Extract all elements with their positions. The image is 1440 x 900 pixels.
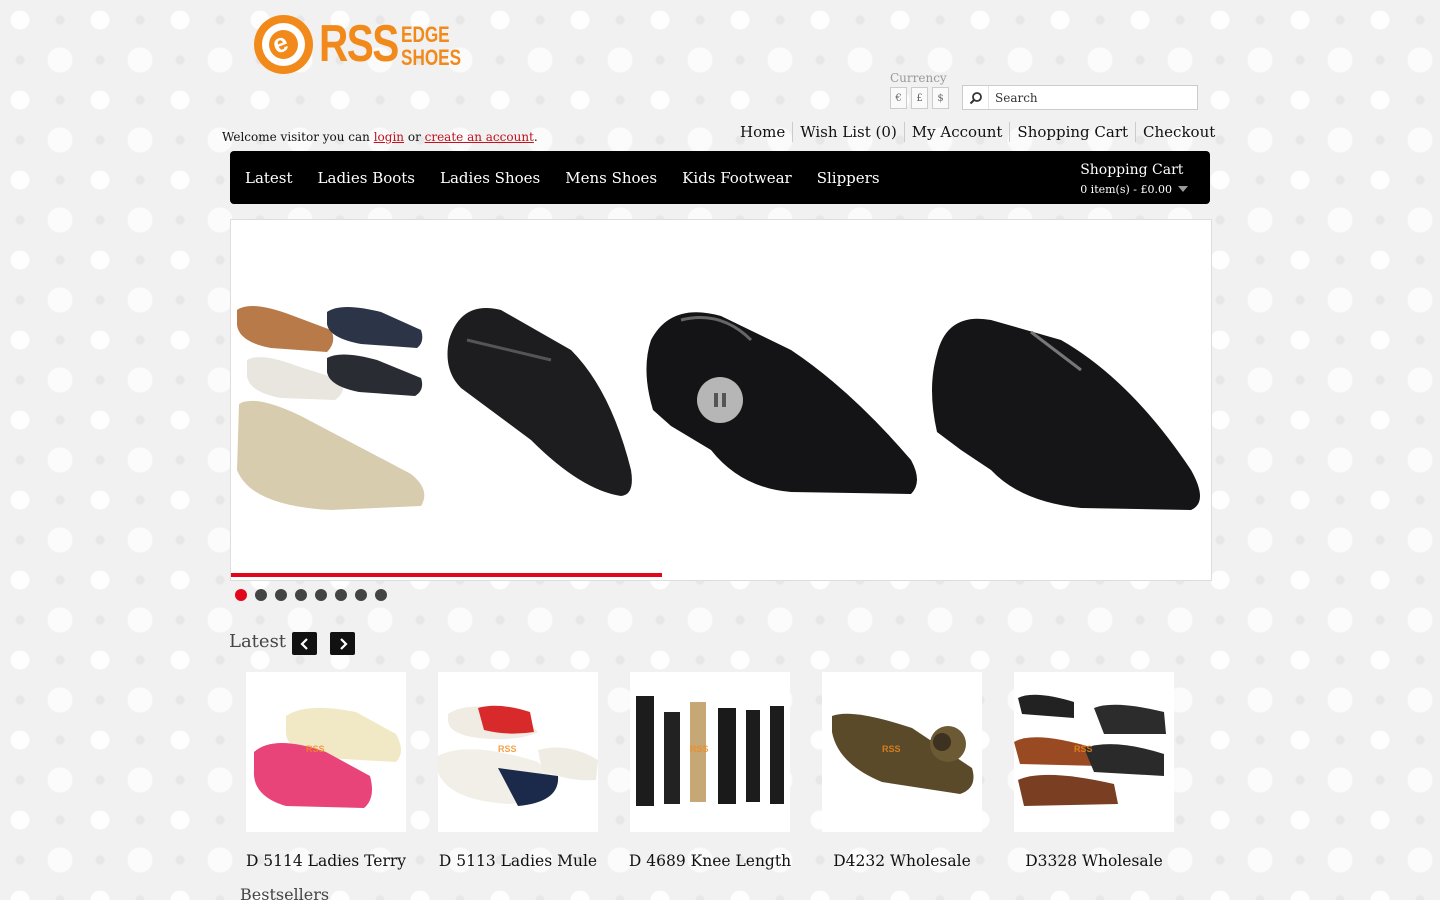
loafers-group xyxy=(237,306,425,510)
product-image[interactable]: RSS xyxy=(246,672,406,832)
product-name[interactable]: D4232 Wholesale xyxy=(802,852,1002,870)
currency-dollar-button[interactable]: $ xyxy=(932,87,949,109)
my-account-link[interactable]: My Account xyxy=(903,122,1010,142)
cart-title: Shopping Cart xyxy=(1080,162,1184,178)
currency-pound-button[interactable]: £ xyxy=(911,87,928,109)
product-image[interactable]: RSS xyxy=(630,672,790,832)
hero-slider[interactable] xyxy=(230,219,1212,581)
slider-dot[interactable] xyxy=(375,589,387,601)
product-card[interactable]: RSS D 5114 Ladies Terry xyxy=(246,672,408,870)
product-image[interactable]: RSS xyxy=(822,672,982,832)
product-image[interactable]: RSS xyxy=(1014,672,1174,832)
home-link[interactable]: Home xyxy=(733,122,792,142)
chevron-right-icon xyxy=(339,637,348,650)
search-input[interactable] xyxy=(989,90,1189,105)
logo-wordmark: RSS xyxy=(319,15,399,73)
pause-icon[interactable] xyxy=(697,377,743,423)
slider-dot[interactable] xyxy=(315,589,327,601)
product-image[interactable]: RSS xyxy=(438,672,598,832)
wishlist-link[interactable]: Wish List (0) xyxy=(792,122,904,142)
slider-progress-bar xyxy=(231,573,663,577)
logo-mark-icon: e xyxy=(254,15,313,74)
top-links: Home Wish List (0) My Account Shopping C… xyxy=(733,122,1222,142)
latest-heading: Latest xyxy=(229,631,287,652)
currency-euro-button[interactable]: € xyxy=(890,87,907,109)
create-account-link[interactable]: create an account xyxy=(425,130,534,144)
menu-item-ladies-boots[interactable]: Ladies Boots xyxy=(313,169,420,187)
slider-dot[interactable] xyxy=(255,589,267,601)
product-name[interactable]: D 4689 Knee Length xyxy=(610,852,810,870)
chevron-left-icon xyxy=(299,637,308,650)
shopping-cart-link[interactable]: Shopping Cart xyxy=(1009,122,1135,142)
product-name[interactable]: D3328 Wholesale xyxy=(994,852,1194,870)
product-card[interactable]: RSS D 4689 Knee Length xyxy=(629,672,792,870)
main-menu: Latest Ladies Boots Ladies Shoes Mens Sh… xyxy=(230,151,1210,204)
slider-dot[interactable] xyxy=(335,589,347,601)
carousel-next-button[interactable] xyxy=(330,632,355,655)
slider-dot[interactable] xyxy=(275,589,287,601)
welcome-message: Welcome visitor you can login or create … xyxy=(222,130,538,144)
login-link[interactable]: login xyxy=(374,130,404,144)
product-card[interactable]: RSS D4232 Wholesale xyxy=(822,672,984,870)
menu-item-slippers[interactable]: Slippers xyxy=(812,169,885,187)
logo-word-edge: EDGE xyxy=(401,22,450,47)
search-box xyxy=(962,85,1198,110)
product-name[interactable]: D 5113 Ladies Mule xyxy=(418,852,618,870)
store-logo[interactable]: e RSS EDGE SHOES xyxy=(254,14,464,76)
search-icon[interactable] xyxy=(963,86,989,109)
product-card[interactable]: RSS D3328 Wholesale xyxy=(1014,672,1176,870)
slider-dot[interactable] xyxy=(355,589,367,601)
carousel-prev-button[interactable] xyxy=(292,632,317,655)
logo-word-shoes: SHOES xyxy=(401,45,462,70)
product-name[interactable]: D 5114 Ladies Terry xyxy=(226,852,426,870)
cart-total: 0 item(s) - £0.00 xyxy=(1080,183,1172,196)
menu-item-kids-footwear[interactable]: Kids Footwear xyxy=(677,169,797,187)
product-card[interactable]: RSS D 5113 Ladies Mule xyxy=(438,672,600,870)
slider-dot[interactable] xyxy=(295,589,307,601)
chevron-down-icon xyxy=(1178,185,1188,192)
slider-pagination xyxy=(235,589,387,601)
currency-label: Currency xyxy=(890,71,947,85)
slider-dot[interactable] xyxy=(235,589,247,601)
menu-item-latest[interactable]: Latest xyxy=(240,169,298,187)
menu-item-ladies-shoes[interactable]: Ladies Shoes xyxy=(435,169,545,187)
checkout-link[interactable]: Checkout xyxy=(1135,122,1222,142)
bestsellers-heading: Bestsellers xyxy=(240,885,330,900)
cart-dropdown[interactable]: Shopping Cart 0 item(s) - £0.00 xyxy=(1080,162,1188,197)
menu-item-mens-shoes[interactable]: Mens Shoes xyxy=(560,169,662,187)
